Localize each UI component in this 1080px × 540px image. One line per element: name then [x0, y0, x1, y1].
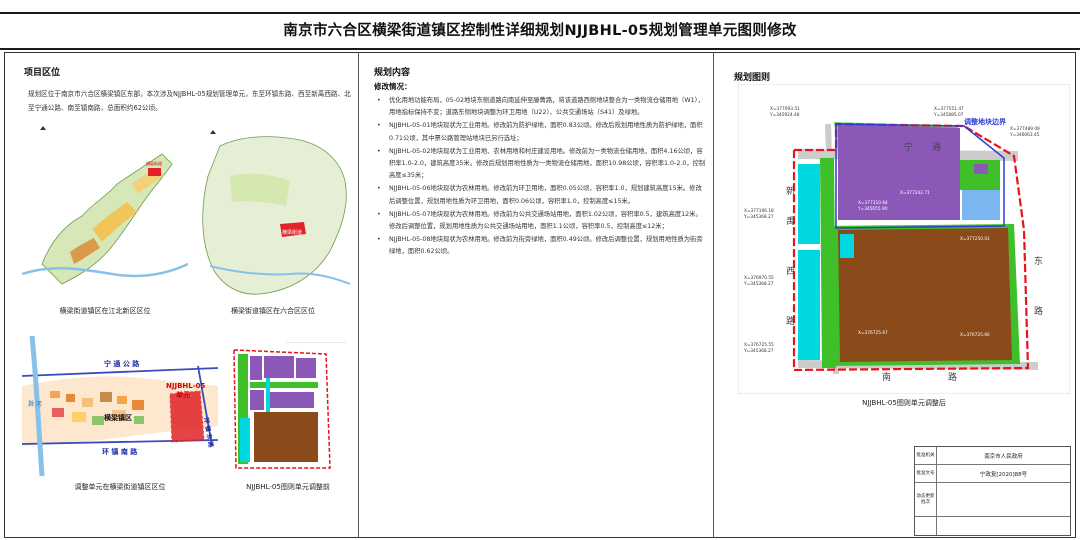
liuhe-map-caption: 横梁街道镇区在六合区区位 — [231, 307, 315, 315]
bullet-icon: • — [377, 185, 381, 193]
town-road-north: 宁 通 公 路 — [104, 359, 140, 368]
approval-value: 南京市人民政府 — [984, 453, 1023, 460]
divider-left — [358, 52, 359, 538]
list-item: • NJJBHL-05-01地块现状为工业用地。修改前为防护绿地，面积0.83公顷… — [377, 122, 703, 142]
coord-label: Y=345368.27 — [743, 281, 774, 287]
plan-road-west-c: 西 — [786, 266, 795, 277]
coord-label: X=376725.66 — [960, 332, 990, 338]
approval-value — [937, 517, 1070, 535]
plan-road-char: 路 — [786, 315, 795, 327]
middle-subheading: 修改情况： — [374, 82, 412, 91]
middle-heading: 规划内容 — [374, 68, 411, 78]
jiangbei-map-caption: 横梁街道镇区在江北新区区位 — [59, 307, 151, 315]
approval-label: 批准机关 — [915, 447, 937, 464]
plan-road-north-2: 通 — [932, 142, 941, 153]
plan-road-south-a: 南 — [882, 371, 891, 383]
approval-value — [937, 483, 1070, 516]
town-location-map: 宁 通 公 路 环 镇 南 路 环 镇 东 路 横梁镇区 NJJBHL-05 单… — [22, 336, 218, 476]
list-item: • 优化用地功能布局，05-02地块东侧道路向南延伸至滕菁路，将该道路西侧地块整合… — [377, 97, 705, 117]
approval-row — [915, 517, 1070, 535]
plan-road-east-a: 东 — [1034, 255, 1043, 267]
town-unit-label-2: 单元 — [176, 390, 190, 399]
before-plan-map — [226, 342, 350, 474]
plan-road-west-a: 新 — [786, 185, 795, 197]
coord-label: X=377093.51 — [770, 106, 800, 112]
approval-row: 动态更新批次 — [915, 483, 1070, 517]
approval-row: 批准文号 宁政复[2020]88号 — [915, 465, 1070, 483]
coord-label: Y=345655.90 — [857, 206, 888, 212]
plan-road-north: 宁 — [904, 141, 913, 153]
list-item: • NJJBHL-05-07地块现状为农林用地。修改前为公共交通场站用地，面积1.… — [377, 210, 702, 231]
bullet-icon: • — [377, 122, 381, 130]
coord-label: X=377551.47 — [934, 106, 964, 112]
coord-label: X=377489.09 — [1010, 126, 1040, 132]
town-river-label: 滁 河 — [28, 400, 42, 408]
list-item: • NJJBHL-05-02地块现状为工业用地、农林用地和村庄建设用地。修改前为一… — [377, 147, 706, 180]
list-item: • NJJBHL-05-06地块现状为农林用地。修改前为环卫用地，面积0.05公顷… — [377, 185, 702, 205]
coord-label: Y=345368.27 — [743, 348, 774, 354]
town-label: 横梁镇区 — [104, 413, 132, 422]
bullet-icon: • — [377, 97, 381, 104]
after-map-caption: NJJBHL-05图则单元调整后 — [862, 399, 946, 407]
approval-row: 批准机关 南京市人民政府 — [915, 447, 1070, 465]
approval-table: 批准机关 南京市人民政府 批准文号 宁政复[2020]88号 动态更新批次 — [914, 446, 1071, 536]
plan-road-east-b: 路 — [1034, 305, 1043, 317]
town-unit-label: NJJBHL-05 — [166, 382, 205, 390]
coord-label: X=377196.18 — [744, 208, 774, 214]
bullet-icon: • — [377, 236, 381, 244]
coord-label: X=376725.55 — [744, 342, 774, 348]
bullet-icon: • — [377, 210, 381, 218]
plan-road-west-b: 禹 — [786, 215, 795, 227]
title-bar: 南京市六合区横梁街道镇区控制性详细规划NJJBHL-05规划管理单元图则修改 — [0, 12, 1080, 50]
divider-right — [713, 52, 714, 538]
approval-value: 宁政复[2020]88号 — [979, 471, 1028, 478]
modification-list: • 优化用地功能布局，05-02地块东侧道路向南延伸至滕菁路，将该道路西侧地块整合… — [374, 95, 708, 260]
left-heading: 项目区位 — [24, 68, 61, 78]
after-plan-map: 宁 通 新 禹 西 路 东 路 南 路 调整地块边界 X=377093.51 Y… — [738, 84, 1070, 394]
plan-road-south-b: 路 — [948, 371, 957, 383]
approval-label: 动态更新批次 — [915, 483, 937, 516]
liuhe-location-map: 横梁街道 — [202, 130, 351, 295]
liuhe-map-label: 横梁街道 — [282, 229, 302, 236]
coord-label: X=376970.55 — [744, 275, 774, 281]
page-title: 南京市六合区横梁街道镇区控制性详细规划NJJBHL-05规划管理单元图则修改 — [283, 23, 797, 39]
coord-label: X=376725.67 — [858, 330, 888, 336]
approval-label — [915, 517, 937, 535]
right-heading: 规划图则 — [734, 73, 771, 83]
coord-label: X=377310.64 — [858, 200, 888, 206]
coord-label: X=377242.71 — [900, 190, 930, 196]
town-map-caption: 调整单元在横梁街道镇区区位 — [74, 483, 166, 491]
coord-label: Y=345368.27 — [743, 214, 774, 220]
list-item: • NJJBHL-05-08地块现状为农林用地。修改前为街旁绿地，面积0.49公顷… — [377, 236, 703, 256]
coord-label: Y=345885.07 — [933, 112, 964, 118]
jiangbei-location-map: 横梁街道 — [22, 126, 188, 285]
intro-text: 规划区位于南京市六合区横梁镇区东部，本次涉及NJJBHL-05规划管理单元，东至… — [28, 90, 351, 112]
approval-label: 批准文号 — [915, 465, 937, 482]
coord-label: Y=346063.45 — [1009, 132, 1040, 138]
before-map-caption: NJJBHL-05图则单元调整前 — [246, 483, 330, 491]
coord-label: Y=345924.48 — [769, 112, 800, 118]
bullet-icon: • — [377, 147, 381, 155]
town-road-south: 环 镇 南 路 — [102, 447, 138, 456]
boundary-label: 调整地块边界 — [964, 117, 1007, 126]
jiangbei-map-label: 横梁街道 — [146, 160, 162, 166]
coord-label: X=377250.01 — [960, 236, 990, 242]
